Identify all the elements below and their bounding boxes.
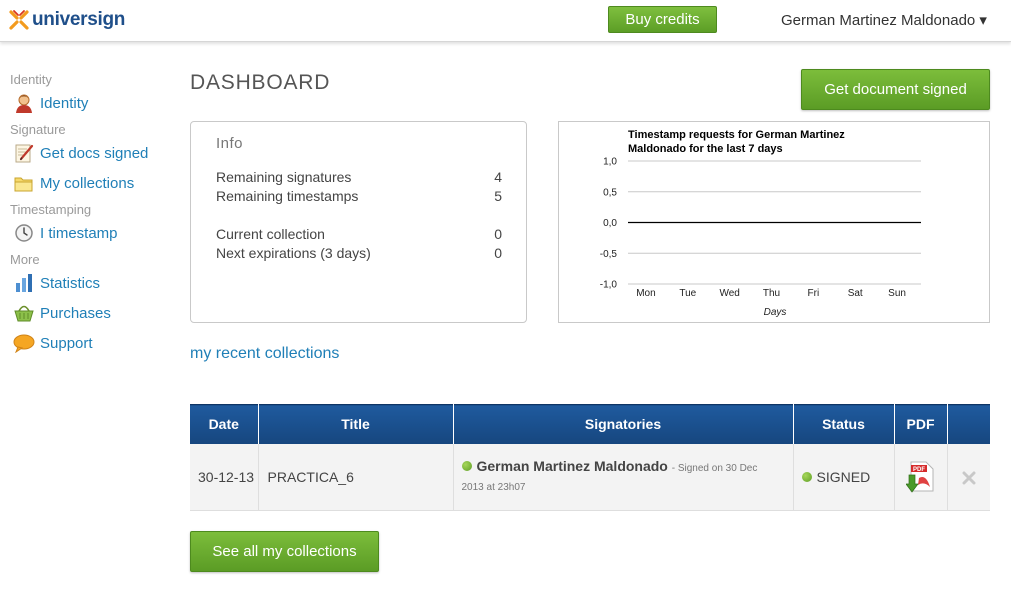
speech-bubble-icon	[13, 333, 35, 354]
sidebar: Identity Identity Signature Get docs sig…	[10, 72, 170, 362]
buy-credits-button[interactable]: Buy credits	[608, 6, 717, 33]
info-label: Remaining signatures	[216, 169, 352, 185]
user-icon	[13, 93, 35, 113]
info-row-next-expirations: Next expirations (3 days) 0	[216, 245, 502, 261]
chart-y-tick-label: 0,5	[603, 187, 617, 198]
clock-icon	[13, 223, 35, 243]
chart-x-tick-label: Mon	[636, 288, 655, 299]
sidebar-item-label: Get docs signed	[40, 144, 149, 162]
chart-title-line1: Timestamp requests for German Martinez	[628, 129, 845, 141]
sidebar-item-label: Statistics	[40, 274, 101, 292]
info-label: Remaining timestamps	[216, 188, 359, 204]
sidebar-item-statistics[interactable]: Statistics	[10, 272, 170, 294]
signed-time-text: 2013 at 23h07	[461, 481, 526, 493]
sidebar-item-label: I timestamp	[40, 224, 118, 242]
col-header-pdf: PDF	[894, 404, 948, 444]
signatory-name: German Martinez Maldonado	[476, 457, 668, 474]
cell-actions	[947, 443, 990, 511]
signed-date-text: - Signed on 30 Dec	[671, 462, 758, 474]
cell-status: SIGNED	[793, 443, 895, 511]
bar-chart-icon	[13, 273, 35, 293]
col-header-title[interactable]: Title	[258, 404, 454, 444]
chart-x-tick-label: Sun	[888, 288, 906, 299]
cell-signatories: German Martinez Maldonado - Signed on 30…	[453, 443, 794, 511]
sidebar-item-my-collections[interactable]: My collections	[10, 172, 170, 194]
sidebar-item-support[interactable]: Support	[10, 332, 170, 354]
sidebar-item-label: Support	[40, 334, 93, 352]
chart-x-axis: Mon Tue Wed Thu Fri Sat Sun	[636, 288, 906, 299]
info-panel: Info Remaining signatures 4 Remaining ti…	[190, 121, 527, 323]
chart-x-tick-label: Sat	[848, 288, 863, 299]
sidebar-item-label: My collections	[40, 174, 135, 192]
info-title: Info	[216, 135, 244, 152]
logo-text: universign	[32, 9, 126, 30]
chart-x-tick-label: Wed	[719, 288, 739, 299]
chart-y-tick-label: -1,0	[600, 280, 618, 291]
table-header-row: Date Title Signatories Status PDF	[190, 404, 990, 444]
sidebar-group-identity: Identity	[10, 72, 52, 87]
info-value: 5	[494, 188, 502, 204]
chart-grid	[628, 160, 921, 285]
logo[interactable]: universign	[9, 9, 125, 31]
my-recent-collections-link[interactable]: my recent collections	[190, 345, 339, 363]
sidebar-item-label: Identity	[40, 94, 89, 112]
page-title: DASHBOARD	[190, 71, 331, 94]
info-row-remaining-signatures: Remaining signatures 4	[216, 169, 502, 185]
col-header-status[interactable]: Status	[793, 404, 895, 444]
cell-pdf: PDF	[894, 443, 948, 511]
sign-document-icon	[13, 143, 35, 163]
universign-logo-icon	[9, 10, 29, 30]
status-text: SIGNED	[816, 468, 871, 485]
basket-icon	[13, 303, 35, 323]
pdf-download-icon[interactable]: PDF	[904, 461, 936, 493]
chart-x-axis-label: Days	[764, 307, 787, 318]
sidebar-item-label: Purchases	[40, 304, 111, 322]
svg-text:PDF: PDF	[913, 467, 925, 473]
info-value: 4	[494, 169, 502, 185]
see-all-collections-button[interactable]: See all my collections	[190, 531, 379, 572]
cell-date: 30-12-13	[190, 443, 259, 511]
info-value: 0	[494, 245, 502, 261]
get-document-signed-button[interactable]: Get document signed	[801, 69, 990, 110]
collections-table: Date Title Signatories Status PDF 30-12-…	[190, 404, 990, 511]
info-label: Current collection	[216, 226, 325, 242]
cell-title[interactable]: PRACTICA_6	[258, 443, 454, 511]
chart-x-tick-label: Tue	[679, 288, 696, 299]
col-header-date[interactable]: Date	[190, 404, 259, 444]
user-menu[interactable]: German Martinez Maldonado ▾	[781, 11, 987, 29]
chart-y-axis: 1,0 0,5 0,0 -0,5 -1,0	[600, 157, 618, 291]
info-label: Next expirations (3 days)	[216, 245, 371, 261]
chart-x-tick-label: Thu	[763, 288, 780, 299]
chart-title-line2: Maldonado for the last 7 days	[628, 143, 783, 155]
top-bar: universign Buy credits German Martinez M…	[0, 0, 1011, 42]
chart-x-tick-label: Fri	[808, 288, 820, 299]
col-header-signatories[interactable]: Signatories	[453, 404, 794, 444]
folder-icon	[13, 173, 35, 193]
sidebar-item-get-docs-signed[interactable]: Get docs signed	[10, 142, 170, 164]
sidebar-group-timestamping: Timestamping	[10, 202, 92, 217]
col-header-actions	[947, 404, 990, 444]
chart-y-tick-label: 1,0	[603, 157, 617, 168]
timestamp-chart: Timestamp requests for German Martinez M…	[558, 121, 990, 323]
sidebar-group-more: More	[10, 252, 40, 267]
info-row-current-collection: Current collection 0	[216, 226, 502, 242]
chart-y-tick-label: 0,0	[603, 218, 617, 229]
sidebar-item-i-timestamp[interactable]: I timestamp	[10, 222, 170, 244]
info-row-remaining-timestamps: Remaining timestamps 5	[216, 188, 502, 204]
sidebar-item-purchases[interactable]: Purchases	[10, 302, 170, 324]
sidebar-group-signature: Signature	[10, 122, 66, 137]
chart-y-tick-label: -0,5	[600, 249, 618, 260]
sidebar-item-identity[interactable]: Identity	[10, 92, 170, 114]
signed-status-dot-icon	[461, 460, 472, 471]
info-value: 0	[494, 226, 502, 242]
status-dot-icon	[801, 471, 812, 482]
table-row[interactable]: 30-12-13 PRACTICA_6 German Martinez Mald…	[190, 443, 990, 511]
chart-svg: Timestamp requests for German Martinez M…	[600, 129, 921, 318]
delete-icon[interactable]	[962, 471, 976, 485]
